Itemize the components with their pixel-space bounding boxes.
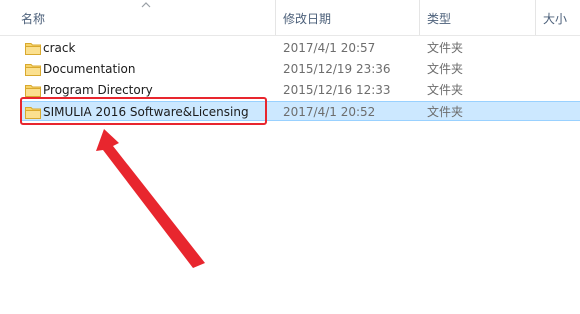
- file-modified-date: 2015/12/19 23:36: [283, 62, 391, 76]
- file-row-program-directory[interactable]: Program Directory 2015/12/16 12:33 文件夹: [20, 80, 580, 100]
- folder-icon: [25, 107, 41, 119]
- file-name: SIMULIA 2016 Software&Licensing: [43, 105, 249, 119]
- file-name: crack: [43, 41, 76, 55]
- column-header-date[interactable]: 修改日期: [283, 10, 331, 27]
- file-modified-date: 2017/4/1 20:57: [283, 41, 376, 55]
- left-edge: [0, 0, 4, 314]
- sort-ascending-icon[interactable]: [141, 1, 151, 9]
- file-row-simulia-2016[interactable]: SIMULIA 2016 Software&Licensing 2017/4/1…: [20, 101, 580, 121]
- file-type: 文件夹: [427, 83, 464, 97]
- folder-icon: [25, 43, 41, 55]
- column-header-size[interactable]: 大小: [543, 10, 567, 27]
- file-row-documentation[interactable]: Documentation 2015/12/19 23:36 文件夹: [20, 59, 580, 79]
- column-separator[interactable]: [275, 0, 276, 35]
- file-row-crack[interactable]: crack 2017/4/1 20:57 文件夹: [20, 38, 580, 58]
- file-type: 文件夹: [427, 105, 464, 119]
- column-header-name[interactable]: 名称: [21, 10, 45, 27]
- file-modified-date: 2017/4/1 20:52: [283, 105, 376, 119]
- folder-icon: [25, 85, 41, 97]
- folder-icon: [25, 64, 41, 76]
- column-header-bar: 名称 修改日期 类型 大小: [0, 0, 580, 36]
- file-explorer: 名称 修改日期 类型 大小 crack 2017/4/1 20:57 文件夹 D…: [0, 0, 580, 314]
- column-separator[interactable]: [535, 0, 536, 35]
- column-separator[interactable]: [419, 0, 420, 35]
- file-modified-date: 2015/12/16 12:33: [283, 83, 391, 97]
- file-type: 文件夹: [427, 62, 464, 76]
- file-name: Documentation: [43, 62, 136, 76]
- file-name: Program Directory: [43, 83, 153, 97]
- column-header-type[interactable]: 类型: [427, 10, 451, 27]
- file-type: 文件夹: [427, 41, 464, 55]
